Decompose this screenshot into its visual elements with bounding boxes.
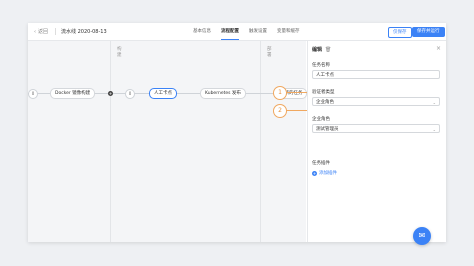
stage-label-deploy: 部署 [267, 47, 272, 58]
pipeline-title: 流水线 2020-08-13 [61, 29, 107, 35]
back-label: 返回 [38, 29, 49, 35]
panel-header: 编辑 🗑 [312, 46, 331, 54]
plugins-label: 任务插件 [312, 161, 330, 166]
trash-icon[interactable]: 🗑 [325, 47, 331, 53]
callout-line-2 [285, 110, 307, 111]
callout-line-1 [285, 92, 307, 93]
enterprise-role-select[interactable]: 测试管理员 ⌄ [312, 124, 440, 133]
close-icon[interactable]: × [436, 45, 441, 52]
edit-panel: 编辑 🗑 × 任务名称 人工卡点 验证者类型 企业角色 ⌄ 企业角色 测试管理员… [307, 41, 446, 242]
tab-variables-cache[interactable]: 变量和缓存 [277, 23, 300, 40]
add-plugin-button[interactable]: + 添加插件 [312, 170, 337, 176]
task-name-value: 人工卡点 [316, 73, 334, 78]
start-count-node[interactable]: 0 [28, 89, 38, 99]
chevron-down-icon: ⌄ [432, 127, 436, 132]
enterprise-role-label: 企业角色 [312, 117, 330, 122]
back-button[interactable]: ‹ 返回 [34, 28, 49, 36]
callout-1: 1 [273, 86, 287, 100]
save-and-run-button[interactable]: 保存并运行 [412, 27, 445, 37]
chevron-left-icon: ‹ [34, 28, 36, 35]
add-plugin-label: 添加插件 [319, 171, 337, 176]
docker-build-node[interactable]: Docker 镜像构建 [50, 88, 96, 99]
validator-type-label: 验证者类型 [312, 90, 335, 95]
tab-flow-config[interactable]: 流程配置 [221, 23, 239, 40]
tab-bar: 基本信息 流程配置 触发设置 变量和缓存 [193, 23, 300, 40]
stage-column-deploy: 部署 [260, 41, 272, 242]
tab-trigger-settings[interactable]: 触发设置 [249, 23, 267, 40]
top-bar: ‹ 返回 流水线 2020-08-13 基本信息 流程配置 触发设置 变量和缓存… [28, 23, 446, 41]
mid-count-node[interactable]: 0 [125, 89, 135, 99]
validator-type-value: 企业角色 [316, 100, 334, 105]
task-name-input[interactable]: 人工卡点 [312, 70, 440, 79]
stage-label-build: 构建 [117, 47, 122, 58]
chat-icon: ✉ [418, 231, 426, 240]
panel-title: 编辑 [312, 47, 323, 53]
enterprise-role-value: 测试管理员 [316, 127, 339, 132]
add-stage-icon[interactable]: + [108, 91, 113, 96]
divider [55, 28, 56, 35]
tab-basic-info[interactable]: 基本信息 [193, 23, 211, 40]
plus-icon: + [312, 170, 317, 176]
save-only-button[interactable]: 仅保存 [388, 27, 412, 38]
task-name-label: 任务名称 [312, 63, 330, 68]
chat-fab-button[interactable]: ✉ [413, 227, 431, 245]
validator-type-select[interactable]: 企业角色 ⌄ [312, 97, 440, 106]
callout-2: 2 [273, 104, 287, 118]
app-window: ‹ 返回 流水线 2020-08-13 基本信息 流程配置 触发设置 变量和缓存… [28, 23, 446, 242]
chevron-down-icon: ⌄ [432, 100, 436, 105]
k8s-release-node[interactable]: Kubernetes 发布 [200, 88, 246, 99]
stage-column-build: 构建 [110, 41, 122, 242]
manual-card-node[interactable]: 人工卡点 [149, 88, 177, 99]
pipeline-canvas: 构建 部署 0 Docker 镜像构建 + 0 人工卡点 Kubernetes … [28, 41, 308, 242]
